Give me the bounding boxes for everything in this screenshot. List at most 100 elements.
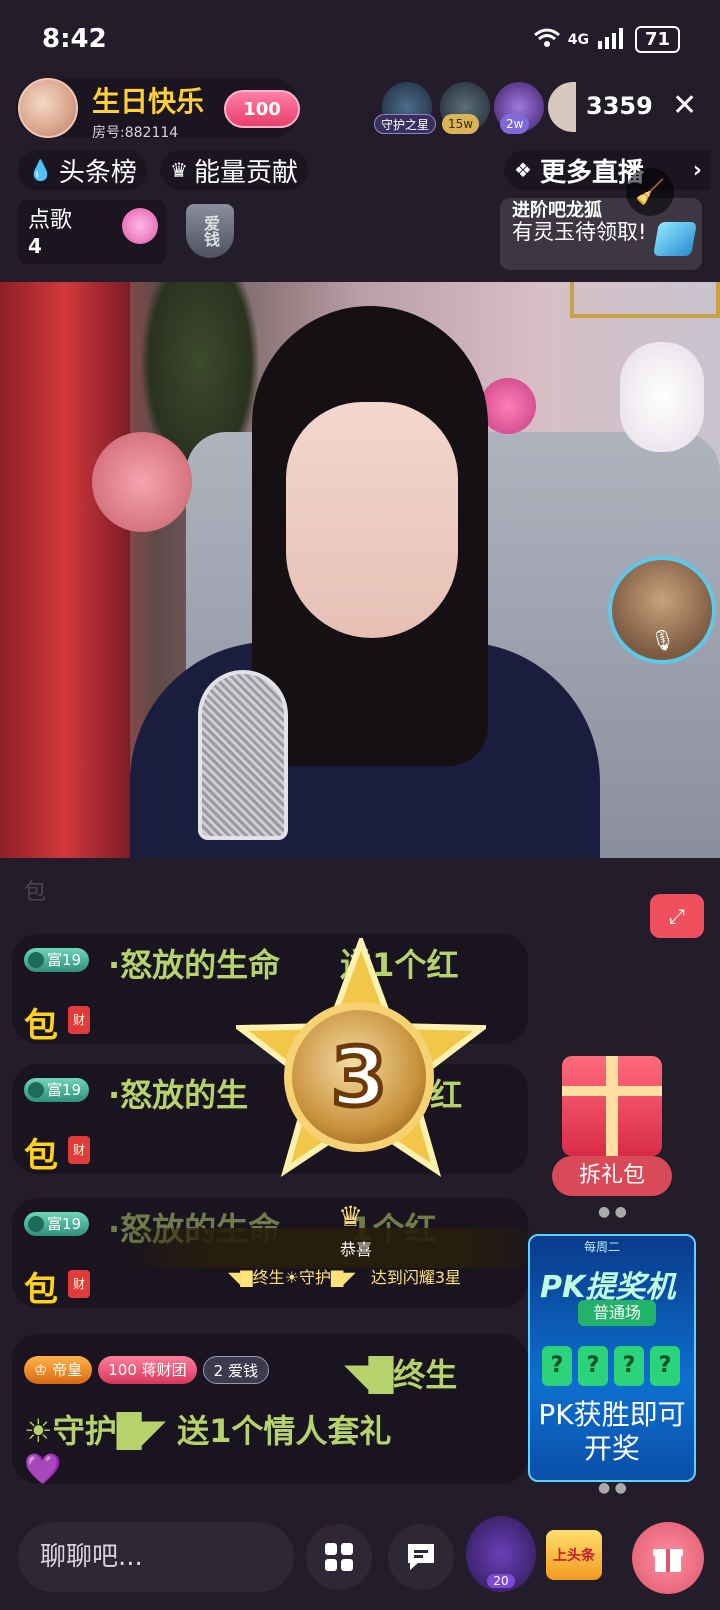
song-request-label: 点歌 — [28, 208, 73, 233]
headline-button[interactable]: 上头条 — [546, 1530, 602, 1580]
energy-contribution-button[interactable]: ♛ 能量贡献 — [160, 150, 308, 190]
carousel-dots: ● ● — [598, 1204, 627, 1220]
gift-message-line: ☀守护█◤ 送1个情人套礼 — [24, 1412, 392, 1450]
red-packet-icon: 财 — [68, 1270, 90, 1298]
grid-icon: ❖ — [514, 158, 532, 182]
faded-chat-text: 包 — [24, 880, 47, 905]
star-level-number: 3 — [284, 1002, 434, 1152]
mic-icon: 🎙 — [650, 628, 676, 652]
red-packet-text: 包 — [24, 1136, 58, 1176]
chevron-right-icon: › — [692, 157, 702, 183]
sender-name-part1: 终生 — [393, 1356, 458, 1394]
crown-icon: ♛ — [338, 1200, 364, 1233]
love-badge-level: 2 — [213, 1362, 224, 1380]
emperor-badge-label: 帝皇 — [52, 1361, 83, 1379]
host-name: 生日快乐 — [92, 85, 205, 118]
red-packet-text: 包 — [24, 1270, 58, 1310]
congrats-achievement: 达到闪耀3星 — [370, 1268, 462, 1287]
picture-frame — [570, 282, 720, 318]
pk-mystery-slot: ? — [578, 1346, 608, 1386]
congrats-line: ◥▇终生☀守护▇◤ 达到闪耀3星 — [228, 1268, 462, 1287]
rank-badge: 富19 — [24, 948, 90, 972]
pk-field-label: 普通场 — [578, 1300, 656, 1326]
emperor-badge: ♔ 帝皇 — [24, 1356, 93, 1384]
pk-win-text: PK获胜即可开奖 — [538, 1398, 686, 1465]
rank-label: 富19 — [47, 1215, 82, 1233]
chat-input[interactable]: 聊聊吧... — [18, 1522, 294, 1592]
rank-icon — [28, 1216, 44, 1232]
fan-group-level: 100 — [108, 1361, 137, 1379]
broom-icon[interactable]: 🧹 — [626, 168, 674, 216]
song-request-count: 4 — [28, 234, 42, 258]
badge-row: ♔ 帝皇 100 蒋财团 2 爱钱 — [24, 1356, 270, 1384]
red-packet-icon: 财 — [68, 1006, 90, 1034]
pk-mystery-slot: ? — [614, 1346, 644, 1386]
gift-icon[interactable] — [632, 1522, 704, 1594]
viewer-count[interactable]: 3359 — [586, 92, 653, 120]
viewer-tag-guardian: 守护之星 — [374, 114, 437, 134]
congrats-banner — [124, 1228, 550, 1268]
rank-icon — [28, 952, 44, 968]
rank-icon — [28, 1082, 44, 1098]
promo-text: 有灵玉待领取! — [512, 220, 647, 244]
fan-group-name: 蒋财团 — [141, 1361, 187, 1379]
plush-toy-pink — [480, 378, 536, 434]
signal-icon — [597, 27, 627, 53]
sender-name-part2: 守护 — [52, 1412, 117, 1450]
red-packet-icon: 财 — [68, 1136, 90, 1164]
message-text-head: 怒放的生 — [120, 1076, 249, 1114]
level-badge-icon[interactable]: 20 — [466, 1516, 536, 1592]
network-label: 4G — [567, 31, 589, 48]
love-badge-name: 爱钱 — [228, 1362, 259, 1380]
curtain — [0, 282, 130, 858]
pk-mystery-slot: ? — [542, 1346, 572, 1386]
studio-microphone — [198, 670, 288, 840]
gift-sender-name-1: ◥█终生 — [344, 1356, 458, 1394]
energy-contribution-label: 能量贡献 — [193, 157, 298, 188]
viewer-avatar-4[interactable] — [548, 82, 576, 132]
close-icon[interactable]: ✕ — [672, 88, 697, 123]
expand-icon[interactable]: ⤢ — [650, 894, 704, 938]
battery-indicator: 71 — [634, 26, 680, 53]
status-time: 8:42 — [42, 24, 107, 54]
more-live-button[interactable]: ❖ 更多直播 › — [504, 150, 710, 190]
pk-mystery-slot: ? — [650, 1346, 680, 1386]
viewer-tag-2w: 2w — [500, 114, 530, 134]
rank-label: 富19 — [47, 951, 82, 969]
status-icons: 4G 71 — [533, 26, 680, 53]
open-gift-pack-button[interactable]: 拆礼包 — [552, 1156, 672, 1196]
rank-badge: 富19 — [24, 1078, 90, 1102]
rank-badge: 富19 — [24, 1212, 90, 1236]
flame-icon: 💧 — [28, 158, 53, 182]
heart-gift-icon: 💜 — [24, 1452, 62, 1487]
message-icon[interactable] — [388, 1524, 454, 1590]
headline-rank-button[interactable]: 💧 头条榜 — [18, 150, 147, 190]
gift-box-icon[interactable] — [562, 1056, 662, 1156]
host-avatar[interactable] — [18, 78, 78, 138]
promo-title: 进阶吧龙狐 — [512, 200, 602, 218]
congrats-user: 终生☀守护 — [252, 1268, 331, 1287]
wifi-icon — [533, 28, 560, 52]
live-video[interactable] — [0, 282, 720, 858]
rank-label: 富19 — [47, 1081, 82, 1099]
room-number: 房号:882114 — [92, 125, 179, 141]
headline-rank-label: 头条榜 — [58, 157, 137, 188]
pk-weekday: 每周二 — [584, 1240, 621, 1254]
host-face — [286, 402, 458, 638]
love-money-badge: 2 爱钱 — [202, 1356, 270, 1384]
gift-description: 送1个情人套礼 — [177, 1412, 392, 1450]
host-level-heart-badge[interactable]: 100 — [224, 90, 300, 128]
crown-icon: ♛ — [170, 158, 188, 182]
plush-toy-left — [92, 432, 192, 532]
apps-grid-icon[interactable] — [306, 1524, 372, 1590]
fan-group-badge: 100 蒋财团 — [98, 1356, 197, 1384]
gem-icon — [653, 222, 697, 256]
congrats-title: 恭喜 — [340, 1240, 373, 1259]
lollipop-icon[interactable] — [122, 208, 158, 244]
carousel-dots: ● ● — [598, 1480, 627, 1496]
red-packet-text: 包 — [24, 1006, 58, 1046]
level-badge-number: 20 — [487, 1574, 515, 1588]
shield-badge[interactable]: 爱钱 — [186, 204, 234, 258]
viewer-tag-15w: 15w — [442, 114, 480, 134]
plush-bunny — [620, 342, 704, 452]
